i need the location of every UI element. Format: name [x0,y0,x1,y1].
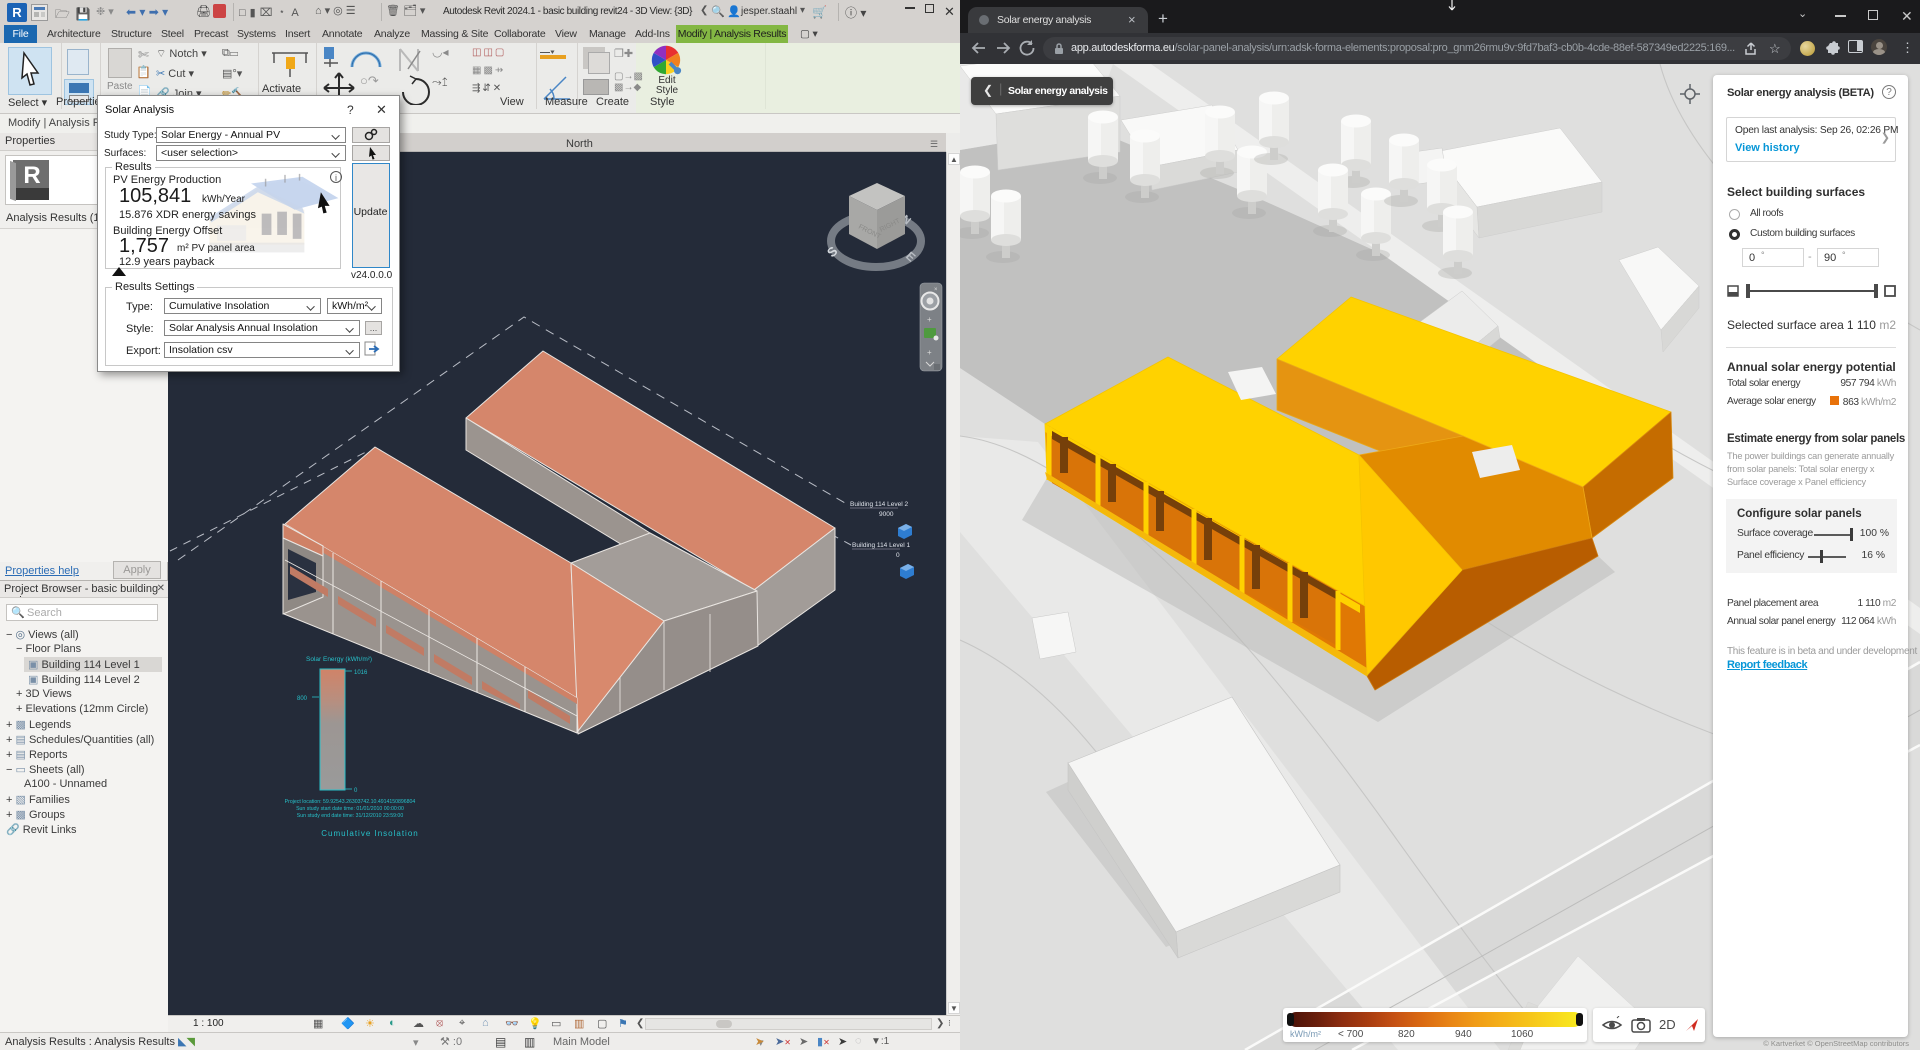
svg-text:Sun study end date time: 31/12: Sun study end date time: 31/12/2010 23:5… [297,813,404,819]
svg-text:Cumulative Insolation: Cumulative Insolation [321,829,418,838]
svg-text:+: + [927,315,932,324]
svg-text:North: North [566,138,593,150]
svg-text:+: + [927,348,932,357]
svg-text:0: 0 [896,552,900,559]
svg-text:800: 800 [297,696,308,702]
svg-text:1016: 1016 [354,670,368,676]
svg-text:9000: 9000 [879,511,894,518]
svg-text:Sun study start date time: 01/: Sun study start date time: 01/01/2010 00… [296,806,404,812]
svg-text:Building 114 Level 1: Building 114 Level 1 [852,542,910,549]
svg-text:×: × [934,287,938,293]
svg-text:Building 114 Level 2: Building 114 Level 2 [850,501,908,508]
svg-text:Solar Energy (kWh/m²): Solar Energy (kWh/m²) [306,656,372,663]
svg-text:© Kartverket © OpenStreetMap: © Kartverket © OpenStreetMap contributor… [1763,1039,1909,1048]
svg-text:☰: ☰ [930,139,938,149]
svg-text:Project location: 59.92543.263: Project location: 59.92543.26303742.10.4… [285,799,416,805]
